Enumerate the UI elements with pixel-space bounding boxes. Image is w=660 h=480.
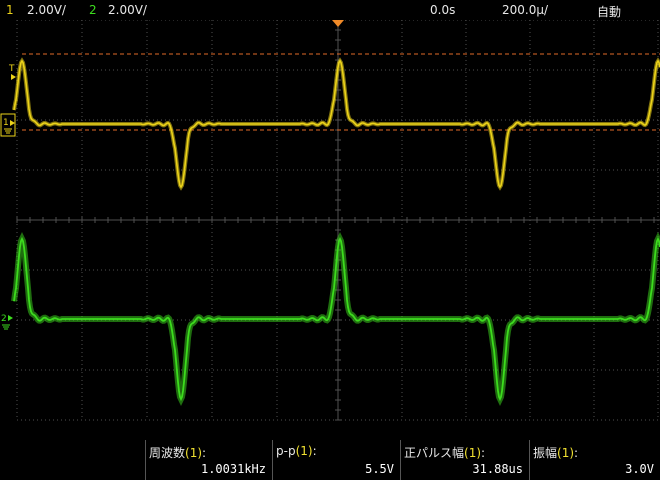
ch2-ground-symbol-icon	[2, 324, 10, 330]
ch1-ground-arrow-icon	[10, 120, 15, 126]
measurement-label: 振幅(1):	[533, 446, 579, 460]
measurement-bar: 周波数(1): 1.0031kHz p-p(1): 5.5V 正パルス幅(1):…	[0, 422, 660, 480]
horizontal-delay[interactable]: 0.0s	[430, 3, 455, 17]
measurement-frequency[interactable]: 周波数(1): 1.0031kHz	[145, 440, 272, 480]
measurement-label: 正パルス幅(1):	[404, 446, 486, 460]
ch2-number[interactable]: 2	[89, 3, 97, 17]
measurement-amplitude[interactable]: 振幅(1): 3.0V	[529, 440, 660, 480]
oscilloscope-display: T 1 2	[0, 19, 660, 421]
measurement-value: 31.88us	[472, 462, 523, 476]
measurement-label: p-p(1):	[276, 444, 317, 458]
measurement-value: 3.0V	[625, 462, 654, 476]
graticule	[16, 19, 660, 421]
timebase[interactable]: 200.0µ/	[502, 3, 548, 17]
ch2-ground-label[interactable]: 2	[1, 314, 7, 324]
measurement-value: 1.0031kHz	[200, 462, 266, 476]
ch1-number[interactable]: 1	[6, 3, 14, 17]
ch1-waveform	[13, 59, 660, 189]
trigger-position-marker[interactable]	[332, 20, 344, 27]
status-bar: 1 2.00V/ 2 2.00V/ 0.0s 200.0µ/ 自動	[0, 0, 660, 20]
measurement-value: 5.5V	[365, 462, 394, 476]
trigger-level-marker[interactable]: T	[8, 64, 15, 74]
ch2-waveform	[13, 236, 660, 402]
measurement-label: 周波数(1):	[149, 446, 207, 460]
ch2-ground-arrow-icon	[8, 315, 13, 321]
trigger-level-arrow-icon	[11, 74, 16, 80]
measurement-peak-to-peak[interactable]: p-p(1): 5.5V	[272, 440, 400, 480]
ch1-scale[interactable]: 2.00V/	[27, 3, 66, 17]
ch2-scale[interactable]: 2.00V/	[108, 3, 147, 17]
ch1-ground-label: 1	[3, 118, 9, 128]
trigger-mode[interactable]: 自動	[597, 3, 621, 20]
measurement-positive-pulse-width[interactable]: 正パルス幅(1): 31.88us	[400, 440, 529, 480]
ch1-ground-symbol-icon	[4, 128, 12, 134]
